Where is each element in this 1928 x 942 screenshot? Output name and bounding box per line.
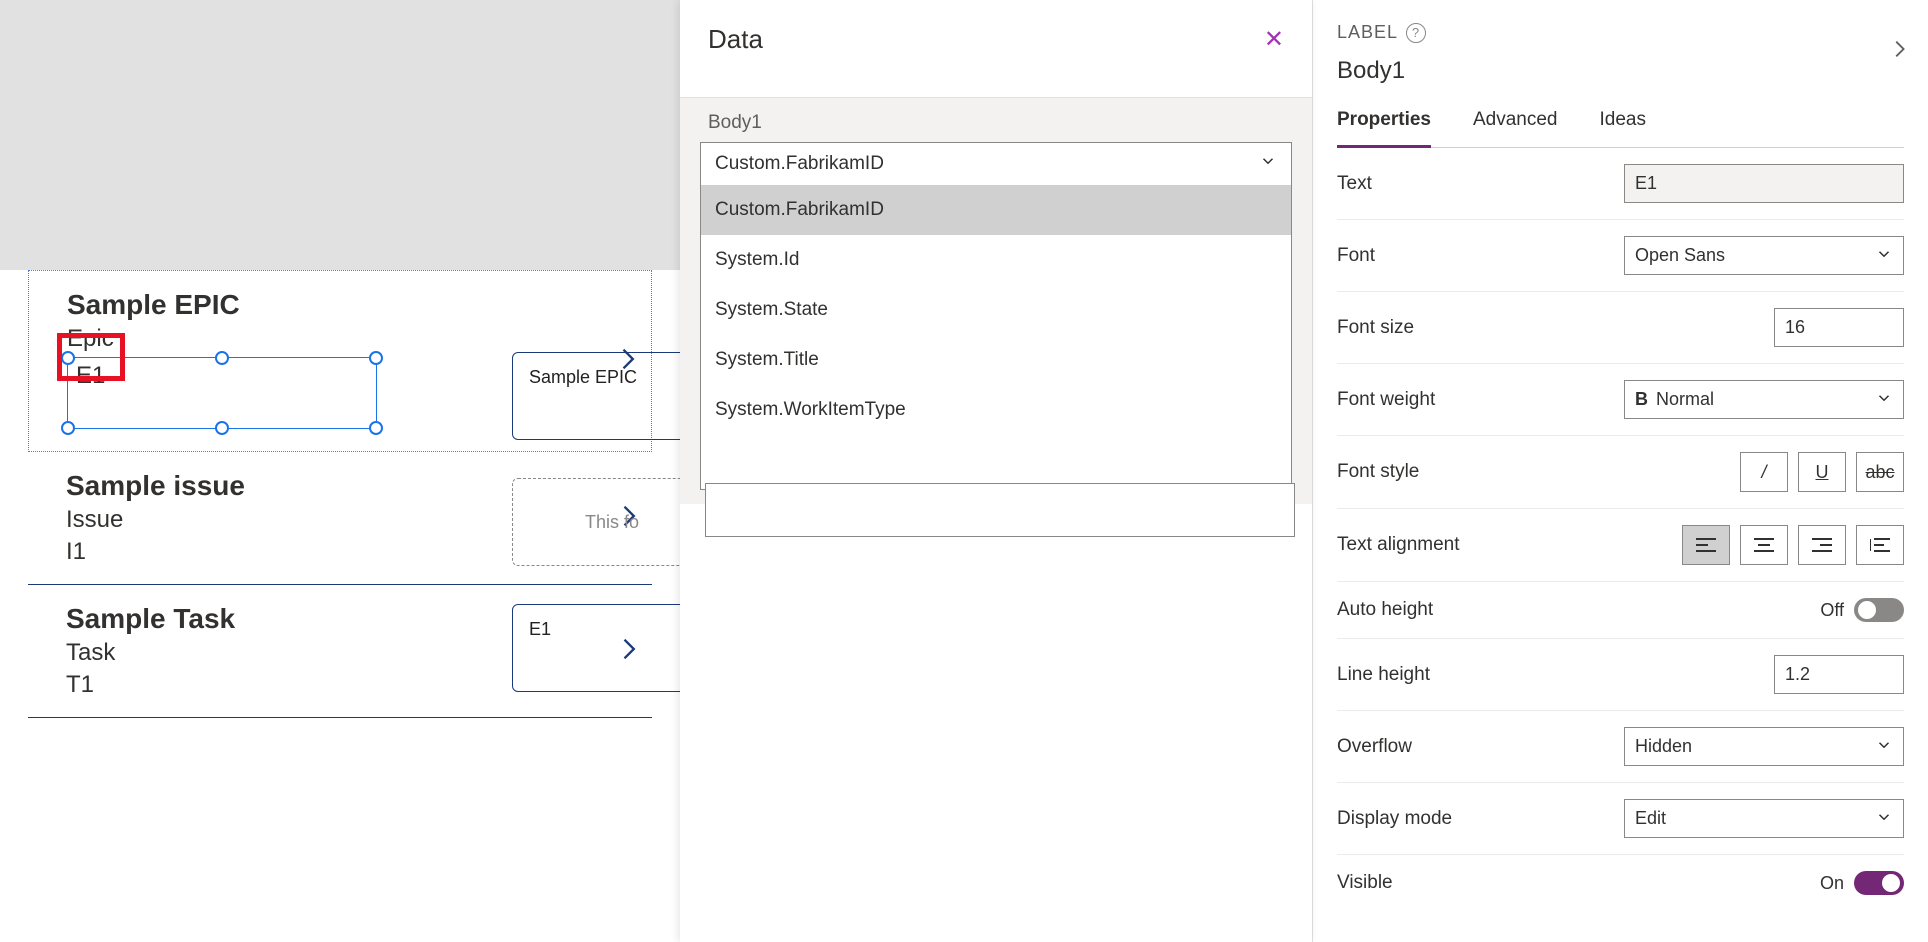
dropdown-selected-value[interactable]: Custom.FabrikamID bbox=[701, 143, 1291, 185]
dropdown-option-system-workitemtype[interactable]: System.WorkItemType bbox=[701, 385, 1291, 435]
resize-handle-bl[interactable] bbox=[61, 421, 75, 435]
help-icon[interactable]: ? bbox=[1406, 23, 1426, 43]
resize-handle-tr[interactable] bbox=[369, 351, 383, 365]
data-panel: Data ✕ Body1 Custom.FabrikamID Custom.Fa… bbox=[680, 0, 1312, 942]
properties-panel: LABEL ? Body1 Properties Advanced Ideas … bbox=[1312, 0, 1928, 942]
preview-placeholder-text: This fo bbox=[585, 512, 639, 533]
tab-ideas[interactable]: Ideas bbox=[1600, 99, 1646, 147]
data-field-label: Body1 bbox=[708, 112, 1292, 134]
prop-label-auto-height: Auto height bbox=[1337, 599, 1433, 621]
prop-label-font-size: Font size bbox=[1337, 317, 1414, 339]
red-annotation-dropdown bbox=[705, 483, 1295, 537]
prop-label-overflow: Overflow bbox=[1337, 736, 1412, 758]
prop-label-font-style: Font style bbox=[1337, 461, 1419, 483]
close-icon[interactable]: ✕ bbox=[1264, 25, 1284, 54]
body1-text: E1 bbox=[68, 358, 113, 394]
font-size-input[interactable]: 16 bbox=[1774, 308, 1904, 347]
dropdown-option-system-state[interactable]: System.State bbox=[701, 285, 1291, 335]
chevron-right-icon[interactable] bbox=[1888, 36, 1910, 67]
align-justify-button[interactable] bbox=[1856, 525, 1904, 565]
align-right-button[interactable] bbox=[1798, 525, 1846, 565]
align-center-button[interactable] bbox=[1740, 525, 1788, 565]
chevron-down-icon bbox=[1875, 389, 1893, 410]
auto-height-toggle[interactable] bbox=[1854, 598, 1904, 622]
chevron-down-icon bbox=[1259, 152, 1277, 176]
visible-state: On bbox=[1820, 873, 1844, 894]
underline-button[interactable]: U bbox=[1798, 452, 1846, 492]
prop-label-font-weight: Font weight bbox=[1337, 389, 1435, 411]
prop-label-text: Text bbox=[1337, 173, 1372, 195]
auto-height-state: Off bbox=[1820, 600, 1844, 621]
prop-label-text-alignment: Text alignment bbox=[1337, 534, 1460, 556]
dropdown-option-custom-fabrikamid[interactable]: Custom.FabrikamID bbox=[701, 185, 1291, 235]
align-left-button[interactable] bbox=[1682, 525, 1730, 565]
dropdown-option-system-id[interactable]: System.Id bbox=[701, 235, 1291, 285]
preview-text: E1 bbox=[529, 619, 551, 640]
resize-handle-tc[interactable] bbox=[215, 351, 229, 365]
tab-advanced[interactable]: Advanced bbox=[1473, 99, 1558, 147]
data-field-dropdown[interactable]: Custom.FabrikamID Custom.FabrikamID Syst… bbox=[700, 142, 1292, 490]
dropdown-option-system-title[interactable]: System.Title bbox=[701, 335, 1291, 385]
strikethrough-button[interactable]: abc bbox=[1856, 452, 1904, 492]
overflow-select[interactable]: Hidden bbox=[1624, 727, 1904, 766]
chevron-down-icon bbox=[1875, 245, 1893, 266]
resize-handle-bc[interactable] bbox=[215, 421, 229, 435]
properties-tabs: Properties Advanced Ideas bbox=[1337, 99, 1904, 148]
resize-handle-br[interactable] bbox=[369, 421, 383, 435]
chevron-down-icon bbox=[1875, 808, 1893, 829]
tab-properties[interactable]: Properties bbox=[1337, 99, 1431, 148]
font-weight-select[interactable]: BNormal bbox=[1624, 380, 1904, 419]
dropdown-list: Custom.FabrikamID System.Id System.State… bbox=[701, 185, 1291, 435]
display-mode-select[interactable]: Edit bbox=[1624, 799, 1904, 838]
control-name: Body1 bbox=[1337, 57, 1904, 85]
prop-label-visible: Visible bbox=[1337, 872, 1393, 894]
chevron-down-icon bbox=[1875, 736, 1893, 757]
text-value-input[interactable]: E1 bbox=[1624, 164, 1904, 203]
line-height-input[interactable]: 1.2 bbox=[1774, 655, 1904, 694]
italic-button[interactable]: / bbox=[1740, 452, 1788, 492]
body1-selection[interactable]: E1 bbox=[67, 357, 377, 429]
resize-handle-tl[interactable] bbox=[61, 351, 75, 365]
font-select[interactable]: Open Sans bbox=[1624, 236, 1904, 275]
visible-toggle[interactable] bbox=[1854, 871, 1904, 895]
preview-text: Sample EPIC bbox=[529, 367, 637, 388]
prop-label-display-mode: Display mode bbox=[1337, 808, 1452, 830]
prop-label-line-height: Line height bbox=[1337, 664, 1430, 686]
prop-label-font: Font bbox=[1337, 245, 1375, 267]
control-type-label: LABEL bbox=[1337, 22, 1398, 43]
data-panel-title: Data bbox=[708, 24, 763, 55]
